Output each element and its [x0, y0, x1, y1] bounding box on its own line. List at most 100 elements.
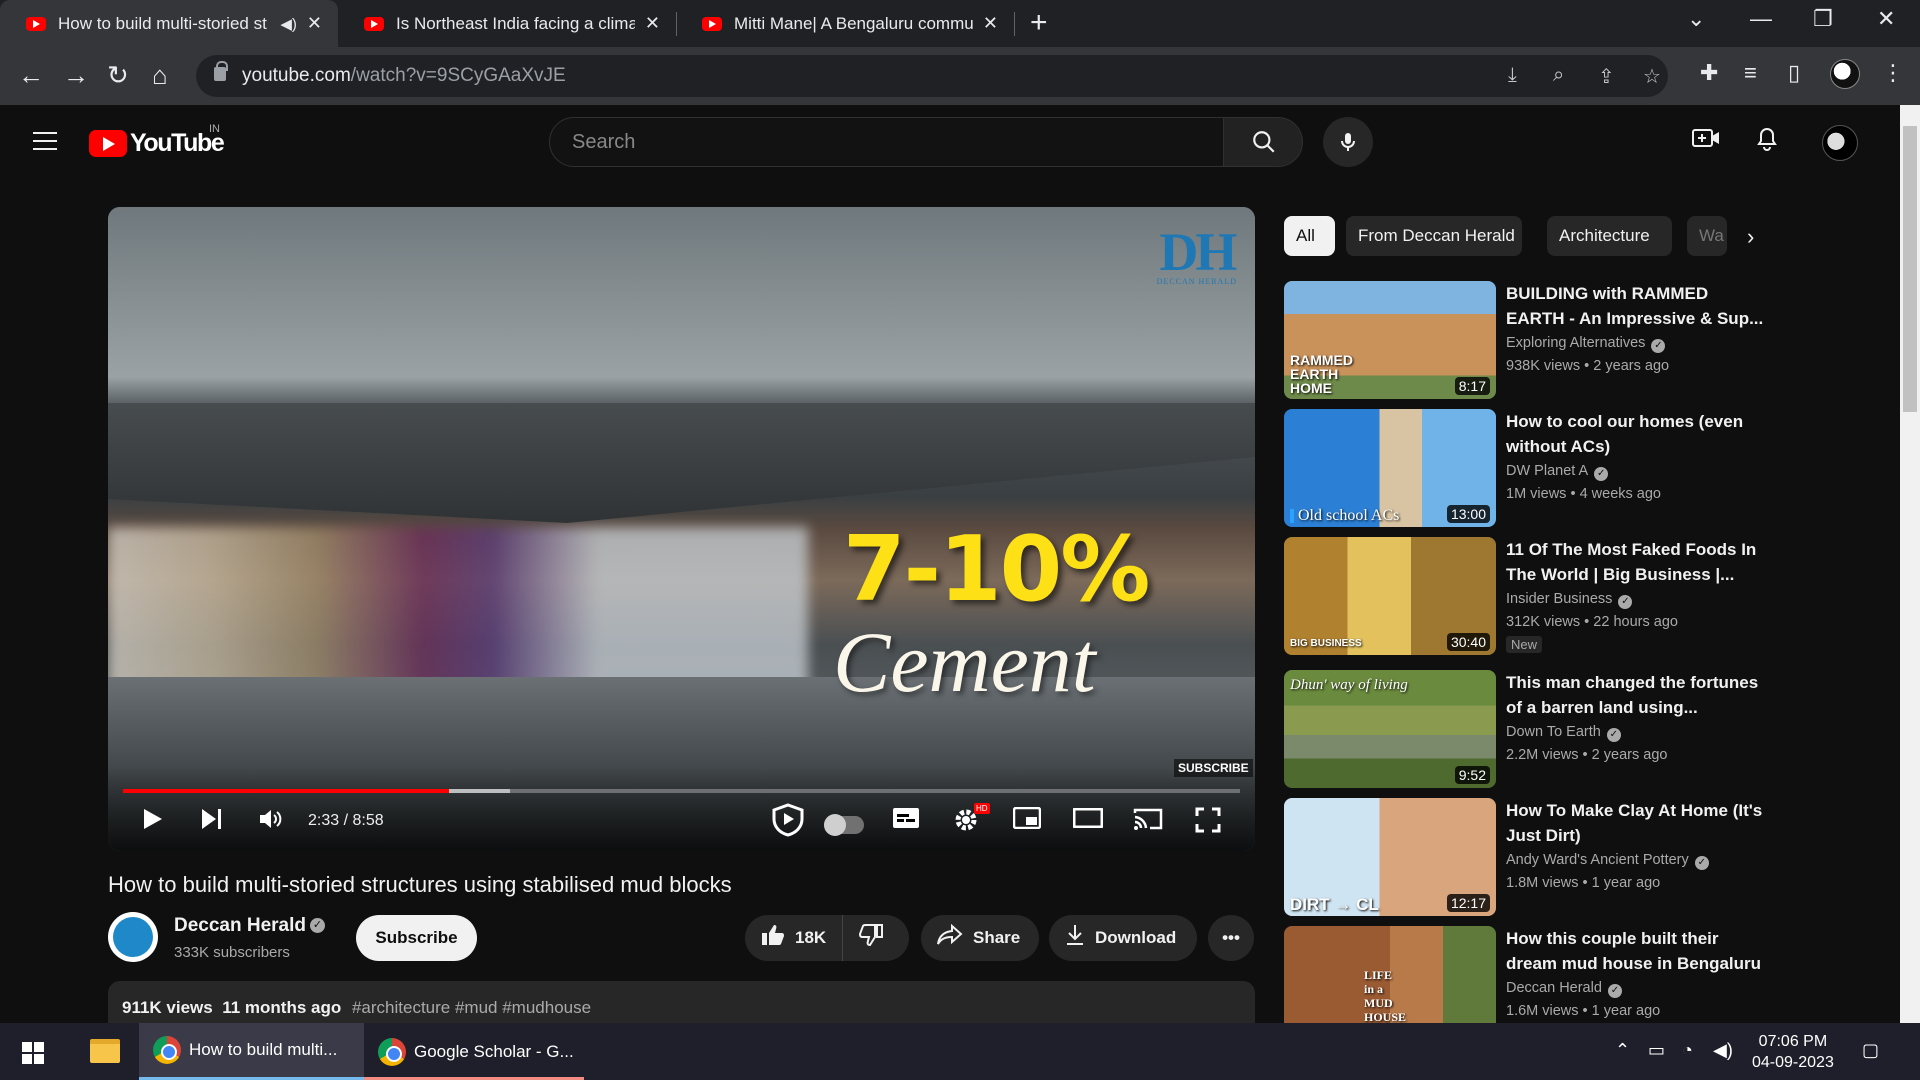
recommended-title[interactable]: This man changed the fortunes of a barre… [1506, 670, 1766, 720]
more-actions-button[interactable]: ••• [1208, 915, 1254, 961]
fullscreen-icon[interactable] [1195, 807, 1221, 840]
recommended-channel[interactable]: Down To Earth ✓ [1506, 724, 1621, 742]
chip-partial[interactable]: Wa [1687, 216, 1727, 256]
chip-from-deccan-herald[interactable]: From Deccan Herald [1346, 216, 1522, 256]
reload-icon[interactable]: ↻ [107, 60, 129, 91]
chip-architecture[interactable]: Architecture [1547, 216, 1672, 256]
shield-extension-icon[interactable] [770, 803, 806, 844]
subscribe-button[interactable]: Subscribe [356, 915, 477, 961]
theater-mode-icon[interactable] [1072, 807, 1104, 835]
share-page-icon[interactable]: ⇪ [1598, 64, 1615, 89]
recommended-channel[interactable]: DW Planet A ✓ [1506, 463, 1609, 481]
play-icon[interactable] [142, 807, 164, 838]
video-thumbnail[interactable]: RAMMED EARTH HOME 8:17 [1284, 281, 1496, 399]
cast-icon[interactable] [1133, 807, 1163, 838]
browser-tab-3[interactable]: Mitti Mane| A Bengaluru commu ✕ [676, 0, 1014, 47]
volume-tray-icon[interactable]: ◀) [1713, 1040, 1733, 1061]
media-control-icon[interactable]: ≡ [1744, 60, 1757, 86]
miniplayer-icon[interactable] [1012, 806, 1042, 836]
hashtags[interactable]: #architecture #mud #mudhouse [352, 998, 591, 1017]
home-icon[interactable]: ⌂ [152, 60, 168, 91]
video-thumbnail[interactable]: BIG BUSINESS 30:40 [1284, 537, 1496, 655]
video-title: How to build multi-storied structures us… [108, 872, 732, 897]
back-icon[interactable]: ← [18, 60, 44, 91]
recommended-title[interactable]: BUILDING with RAMMED EARTH - An Impressi… [1506, 281, 1766, 331]
chevron-right-icon[interactable]: › [1747, 224, 1754, 250]
video-player[interactable]: DH DECCAN HERALD 7-10% Cement SUBSCRIBE … [108, 207, 1255, 851]
chrome-icon [153, 1036, 181, 1064]
voice-search-button[interactable] [1323, 117, 1373, 167]
taskbar-item-label: Google Scholar - G... [414, 1041, 574, 1061]
volume-icon[interactable] [258, 807, 284, 838]
channel-avatar[interactable] [108, 912, 158, 962]
browser-tab-2[interactable]: Is Northeast India facing a climat ✕ [338, 0, 676, 47]
autoplay-toggle[interactable] [824, 814, 864, 836]
dislike-button[interactable] [843, 924, 893, 952]
recommended-title[interactable]: 11 Of The Most Faked Foods In The World … [1506, 537, 1766, 587]
file-explorer-icon[interactable] [90, 1039, 120, 1063]
youtube-logo[interactable]: YouTube IN [89, 123, 225, 158]
search-input[interactable]: Search [549, 117, 1224, 167]
notifications-bell-icon[interactable] [1755, 125, 1779, 158]
chrome-menu-icon[interactable]: ⋮ [1882, 60, 1904, 86]
speaker-icon[interactable]: ◀) [280, 15, 297, 33]
zoom-icon[interactable]: ⌕ [1553, 64, 1564, 87]
recommended-video[interactable]: RAMMED EARTH HOME 8:17 BUILDING with RAM… [1284, 281, 1764, 399]
recommended-video[interactable]: Old school ACs 13:00 How to cool our hom… [1284, 409, 1764, 527]
recommended-title[interactable]: How To Make Clay At Home (It's Just Dirt… [1506, 798, 1766, 848]
forward-icon[interactable]: → [63, 60, 89, 91]
extensions-icon[interactable]: ✚ [1700, 60, 1718, 86]
taskbar-chrome-window-2[interactable]: Google Scholar - G... [364, 1023, 584, 1080]
notifications-icon[interactable]: ▢ [1862, 1040, 1879, 1061]
show-hidden-icons-chevron-icon[interactable]: ⌃ [1615, 1040, 1630, 1061]
menu-icon[interactable] [33, 132, 57, 150]
share-button[interactable]: Share [921, 915, 1039, 961]
recommended-video[interactable]: DIRT → CL 12:17 How To Make Clay At Home… [1284, 798, 1764, 916]
video-thumbnail[interactable]: Old school ACs 13:00 [1284, 409, 1496, 527]
system-clock[interactable]: 07:06 PM 04-09-2023 [1752, 1031, 1834, 1073]
create-video-icon[interactable] [1692, 125, 1720, 156]
bookmark-star-icon[interactable]: ☆ [1643, 64, 1661, 89]
side-panel-icon[interactable]: ▯ [1788, 60, 1800, 86]
close-tab-icon[interactable]: ✕ [645, 13, 660, 34]
download-button[interactable]: Download [1049, 915, 1197, 961]
close-tab-icon[interactable]: ✕ [307, 13, 322, 34]
recommended-channel[interactable]: Andy Ward's Ancient Pottery ✓ [1506, 852, 1709, 870]
thumbnail-text: BIG BUSINESS [1290, 638, 1362, 649]
profile-avatar[interactable] [1830, 59, 1860, 89]
recommended-channel[interactable]: Exploring Alternatives ✓ [1506, 335, 1666, 353]
address-bar[interactable]: youtube.com/watch?v=9SCyGAaXvJE ⤓ ⌕ ⇪ ☆ [196, 55, 1668, 97]
chip-all[interactable]: All [1284, 216, 1335, 256]
browser-tab-1[interactable]: How to build multi-storied st ◀) ✕ [0, 0, 338, 47]
wifi-icon[interactable]: ◔ [1682, 1040, 1693, 1061]
recommended-title[interactable]: How this couple built their dream mud ho… [1506, 926, 1764, 976]
restore-icon[interactable]: ❐ [1813, 6, 1833, 32]
channel-name[interactable]: Deccan Herald [174, 915, 306, 937]
tab-search-icon[interactable]: ⌄ [1687, 6, 1705, 32]
recommended-title[interactable]: How to cool our homes (even without ACs) [1506, 409, 1766, 459]
minimize-icon[interactable]: — [1750, 6, 1772, 32]
captions-icon[interactable] [892, 807, 920, 836]
recommended-video[interactable]: LIFE in a MUD HOUSE How this couple buil… [1284, 926, 1764, 1023]
recommended-video[interactable]: BIG BUSINESS 30:40 11 Of The Most Faked … [1284, 537, 1764, 655]
battery-icon[interactable]: ▭ [1648, 1040, 1665, 1061]
channel-watermark[interactable]: DH DECCAN HERALD [1157, 221, 1238, 286]
taskbar-chrome-window-1[interactable]: How to build multi... [139, 1023, 364, 1080]
recommended-channel[interactable]: Deccan Herald ✓ [1506, 980, 1622, 998]
next-video-icon[interactable] [200, 807, 224, 838]
video-thumbnail[interactable]: Dhun' way of living 9:52 [1284, 670, 1496, 788]
install-app-icon[interactable]: ⤓ [1508, 64, 1517, 87]
video-thumbnail[interactable]: DIRT → CL 12:17 [1284, 798, 1496, 916]
close-window-icon[interactable]: ✕ [1877, 6, 1895, 32]
like-button[interactable]: 18K [745, 915, 844, 961]
recommended-channel[interactable]: Insider Business ✓ [1506, 591, 1633, 609]
scrollbar-thumb[interactable] [1903, 126, 1917, 412]
lock-icon[interactable] [214, 61, 228, 81]
close-tab-icon[interactable]: ✕ [983, 13, 998, 34]
windows-start-icon[interactable] [22, 1042, 44, 1064]
search-button[interactable] [1223, 117, 1303, 167]
new-tab-icon[interactable]: + [1030, 6, 1048, 40]
recommended-video[interactable]: Dhun' way of living 9:52 This man change… [1284, 670, 1764, 788]
account-avatar[interactable] [1822, 125, 1858, 161]
video-thumbnail[interactable]: LIFE in a MUD HOUSE [1284, 926, 1496, 1023]
